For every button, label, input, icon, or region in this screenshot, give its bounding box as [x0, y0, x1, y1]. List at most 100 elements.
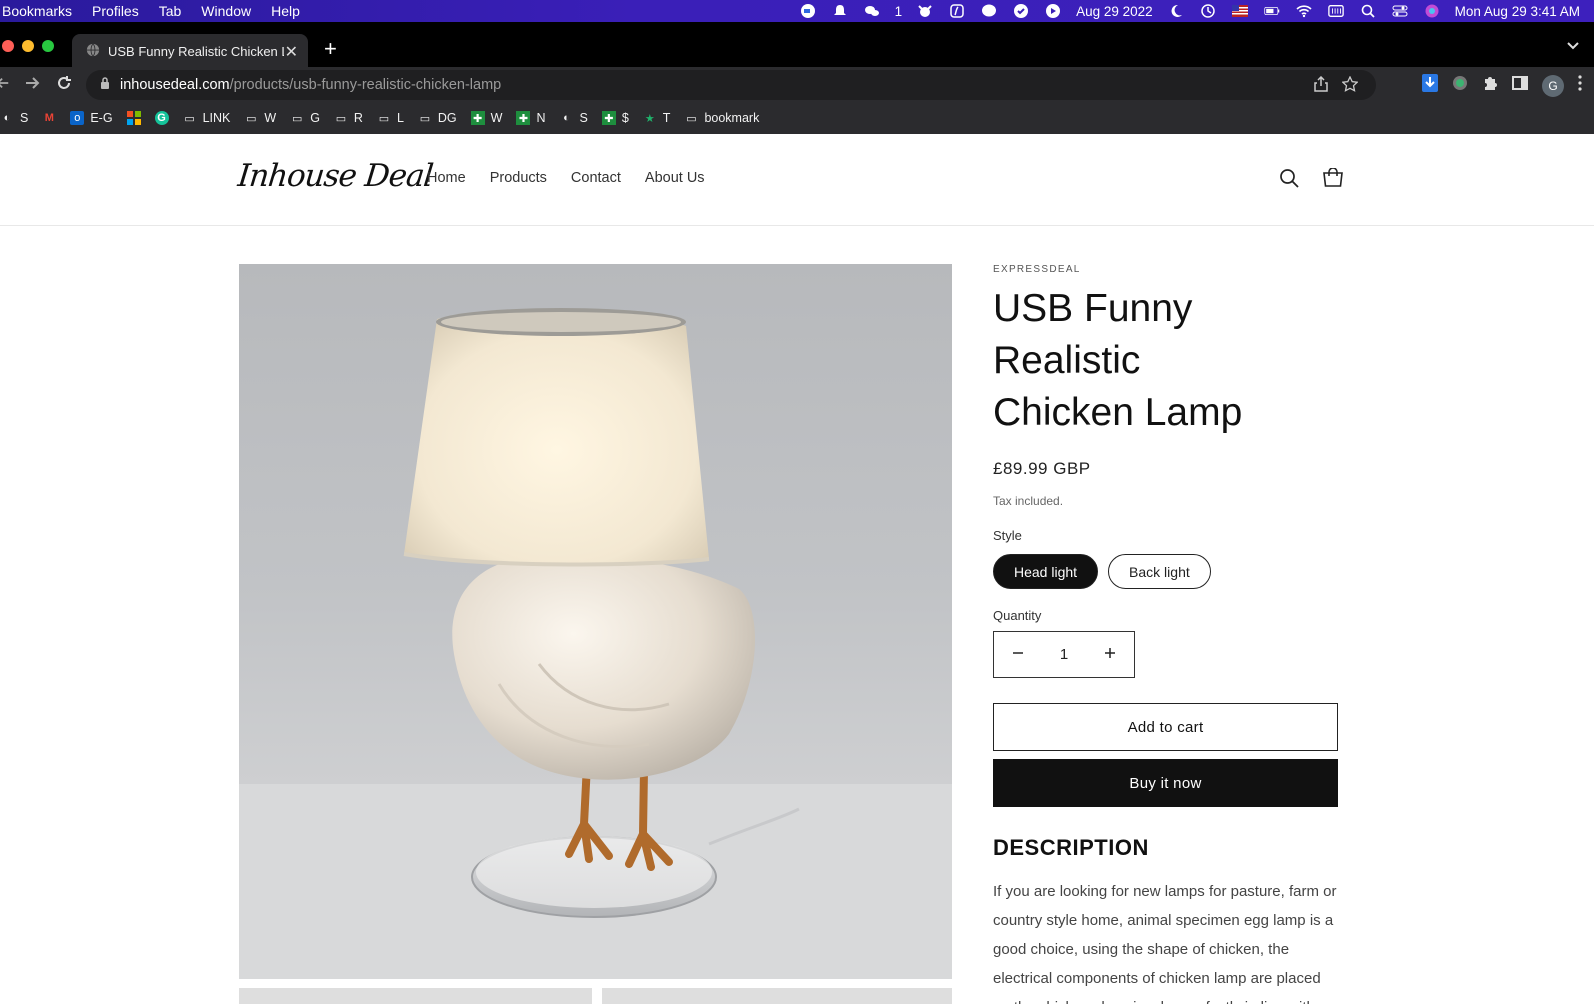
bookmark-sheet-n[interactable]: ✚ N: [516, 111, 546, 125]
buy-it-now-button[interactable]: Buy it now: [993, 759, 1338, 807]
meet-icon[interactable]: [799, 3, 817, 19]
nav-about-us[interactable]: About Us: [645, 170, 705, 186]
minus-icon[interactable]: [1012, 646, 1024, 663]
bookmark-s[interactable]: ◐ S: [0, 111, 29, 125]
keyboard-icon[interactable]: [1327, 3, 1345, 19]
moon-icon[interactable]: [1167, 3, 1185, 19]
tab-search-chevron-icon[interactable]: [1566, 38, 1580, 56]
style-option-head-light[interactable]: Head light: [993, 554, 1099, 589]
bookmark-sheet-w[interactable]: ✚ W: [470, 111, 502, 125]
nav-contact[interactable]: Contact: [571, 170, 621, 186]
extension-green-icon[interactable]: [1452, 75, 1468, 96]
lock-icon[interactable]: [100, 77, 110, 93]
add-to-cart-button[interactable]: Add to cart: [993, 703, 1338, 751]
style-label: Style: [993, 528, 1022, 543]
bookmark-folder-r[interactable]: ▭ R: [334, 111, 363, 125]
globe-icon: [86, 43, 100, 60]
menu-help[interactable]: Help: [271, 3, 300, 19]
reload-icon[interactable]: [56, 75, 72, 96]
address-bar[interactable]: inhousedeal.com/products/usb-funny-reali…: [86, 70, 1376, 100]
folder-icon: ▭: [291, 112, 303, 125]
check-circle-icon[interactable]: [1012, 3, 1030, 19]
menubar-clock[interactable]: Mon Aug 29 3:41 AM: [1455, 4, 1580, 19]
bookmark-folder-l[interactable]: ▭ L: [377, 111, 404, 125]
bell-icon[interactable]: [831, 3, 849, 19]
product-title-line-1: USB Funny Realistic: [993, 287, 1193, 382]
play-circle-icon[interactable]: [1044, 3, 1062, 19]
url-domain: inhousedeal.com: [120, 77, 230, 93]
menu-profiles[interactable]: Profiles: [92, 3, 139, 19]
bookmark-folder-link[interactable]: ▭ LINK: [183, 111, 230, 125]
bookmark-grammarly[interactable]: G: [154, 111, 169, 125]
bookmark-folder-w[interactable]: ▭ W: [244, 111, 276, 125]
menu-window[interactable]: Window: [201, 3, 251, 19]
download-icon[interactable]: [1422, 74, 1438, 97]
bookmark-gmail[interactable]: M: [42, 111, 56, 125]
green-plus-icon: ✚: [470, 111, 485, 125]
time-machine-icon[interactable]: [1199, 3, 1217, 19]
bookmark-sheet-dollar[interactable]: ✚ $: [601, 111, 629, 125]
style-option-back-light[interactable]: Back light: [1108, 554, 1211, 589]
microsoft-icon: [126, 111, 141, 125]
plus-icon[interactable]: [1104, 646, 1116, 663]
outlook-icon: o: [70, 111, 85, 125]
menubar-date[interactable]: Aug 29 2022: [1076, 4, 1153, 19]
bookmark-folder-g[interactable]: ▭ G: [290, 111, 320, 125]
close-tab-icon[interactable]: ✕: [285, 42, 298, 62]
store-header: Inhouse Deal Home Products Contact About…: [0, 134, 1594, 226]
browser-tab-active[interactable]: USB Funny Realistic Chicken L ✕: [72, 34, 308, 68]
bookmark-microsoft[interactable]: [126, 111, 141, 125]
product-thumbnail-2[interactable]: [602, 988, 952, 1004]
browser-toolbar: inhousedeal.com/products/usb-funny-reali…: [0, 67, 1594, 102]
menu-bookmarks[interactable]: Bookmarks: [2, 3, 72, 19]
quantity-label: Quantity: [993, 608, 1042, 623]
bookmark-folder-bookmark[interactable]: ▭ bookmark: [684, 111, 759, 125]
us-flag-icon[interactable]: [1231, 3, 1249, 19]
folder-icon: ▭: [335, 112, 347, 125]
forward-arrow-icon[interactable]: [24, 75, 40, 96]
gmail-icon: M: [44, 112, 54, 124]
kebab-menu-icon[interactable]: [1578, 75, 1582, 96]
quantity-input[interactable]: 1: [1060, 646, 1068, 663]
close-window-button[interactable]: [2, 40, 14, 52]
minimize-window-button[interactable]: [22, 40, 34, 52]
side-panel-icon[interactable]: [1512, 75, 1528, 96]
wifi-icon[interactable]: [1295, 3, 1313, 19]
spotlight-search-icon[interactable]: [1359, 3, 1377, 19]
green-star-icon: ★: [644, 112, 655, 125]
bookmark-star-icon[interactable]: [1341, 75, 1359, 96]
product-main-image[interactable]: [239, 264, 952, 979]
product-thumbnail-1[interactable]: [239, 988, 592, 1004]
wechat-icon[interactable]: [863, 3, 881, 19]
description-text: If you are looking for new lamps for pas…: [993, 883, 1337, 1004]
control-center-icon[interactable]: [1391, 3, 1409, 19]
main-nav: Home Products Contact About Us: [427, 170, 705, 186]
new-tab-button[interactable]: +: [324, 36, 337, 62]
line-icon[interactable]: [980, 3, 998, 19]
folder-icon: ▭: [419, 112, 431, 125]
bookmark-globe-s[interactable]: ◐ S: [560, 111, 588, 125]
extensions-puzzle-icon[interactable]: [1482, 75, 1498, 96]
bookmark-folder-dg[interactable]: ▭ DG: [418, 111, 457, 125]
profile-avatar[interactable]: G: [1542, 74, 1564, 97]
cow-icon[interactable]: [916, 3, 934, 19]
tab-title: USB Funny Realistic Chicken L: [108, 43, 284, 59]
share-icon[interactable]: [1314, 75, 1328, 96]
search-icon[interactable]: [1279, 168, 1299, 193]
script-icon[interactable]: [948, 3, 966, 19]
product-title-line-2: Chicken Lamp: [993, 391, 1243, 434]
nav-home[interactable]: Home: [427, 170, 466, 186]
siri-icon[interactable]: [1423, 3, 1441, 19]
description-heading: DESCRIPTION: [993, 835, 1149, 860]
zoom-window-button[interactable]: [42, 40, 54, 52]
store-logo[interactable]: Inhouse Deal: [236, 158, 434, 194]
quantity-stepper: 1: [993, 631, 1135, 678]
product-price: £89.99 GBP: [993, 459, 1091, 478]
battery-icon[interactable]: [1263, 3, 1281, 19]
bookmark-star-t[interactable]: ★ T: [643, 111, 671, 125]
back-arrow-icon[interactable]: [0, 75, 10, 96]
cart-icon[interactable]: [1322, 167, 1344, 193]
nav-products[interactable]: Products: [490, 170, 547, 186]
menu-tab[interactable]: Tab: [159, 3, 182, 19]
bookmark-outlook[interactable]: o E-G: [70, 111, 113, 125]
